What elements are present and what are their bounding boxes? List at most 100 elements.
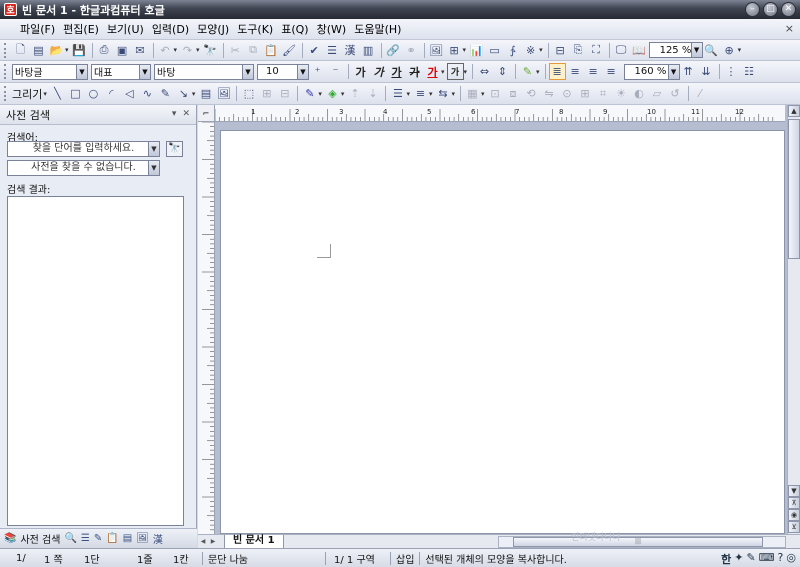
print-preview-icon[interactable]: ▣ (114, 42, 131, 59)
drawing-dropdown-icon[interactable]: ▾ (43, 90, 47, 98)
line-width-icon[interactable]: ≡ (412, 85, 429, 102)
dictionary-icon[interactable]: 📖 (631, 42, 648, 59)
polygon-tool-icon[interactable]: ◁ (121, 85, 138, 102)
tab-search-icon[interactable]: 🔍 (64, 533, 76, 544)
tab-clipboard-icon[interactable]: 📋 (106, 533, 118, 544)
align-left-icon[interactable]: ≡ (567, 63, 584, 80)
font-size-down-icon[interactable]: ⁻ (327, 63, 344, 80)
hyperlink-icon[interactable]: 🔗 (385, 42, 402, 59)
maximize-button[interactable]: □ (763, 2, 778, 17)
toolbar-grip[interactable] (4, 64, 8, 79)
pen-color-dropdown-icon[interactable]: ▾ (536, 68, 540, 76)
edit-points-icon[interactable]: ⊙ (559, 85, 576, 102)
group-icon[interactable]: ⊞ (258, 85, 275, 102)
font-dropdown-icon[interactable]: ▼ (242, 64, 253, 79)
insert-chart-icon[interactable]: 📊 (468, 42, 485, 59)
zoom-dropdown-icon[interactable]: ▼ (690, 43, 702, 57)
line-tool-icon[interactable]: ╲ (49, 85, 66, 102)
style-dropdown-icon[interactable]: ▼ (76, 64, 87, 79)
menu-help[interactable]: 도움말(H) (350, 21, 405, 37)
vertical-scrollbar[interactable]: ▲ ▼ ⊼ ◉ ⊻ (787, 105, 800, 534)
contrast-icon[interactable]: ◐ (631, 85, 648, 102)
vertical-ruler[interactable] (198, 122, 215, 534)
zoom-out-icon[interactable]: 🔍 (703, 42, 720, 59)
horizontal-scrollbar[interactable]: ||| (498, 536, 786, 548)
font-color-dropdown-icon[interactable]: ▾ (441, 68, 445, 76)
font-size-up-icon[interactable]: ⁺ (309, 63, 326, 80)
textbox-tool-icon[interactable]: ▤ (197, 85, 214, 102)
tab-hanja-icon[interactable]: 漢 (153, 531, 163, 546)
connector-dropdown-icon[interactable]: ▾ (192, 90, 196, 98)
line-spacing-combo[interactable]: 160 % ▼ (623, 63, 680, 80)
arc-tool-icon[interactable]: ◜ (103, 85, 120, 102)
align-objects-icon[interactable]: ⊡ (487, 85, 504, 102)
status-insert-mode[interactable]: 삽입 (393, 551, 417, 566)
bullets-icon[interactable]: ☷ (741, 63, 758, 80)
zoom-combo[interactable]: 125 % ▼ (648, 42, 703, 58)
insert-textbox-icon[interactable]: ▭ (486, 42, 503, 59)
italic-button[interactable]: 가 (370, 63, 387, 80)
menu-window[interactable]: 창(W) (313, 21, 351, 37)
search-input[interactable]: 찾을 단어를 입력하세요. ▼ (7, 141, 160, 157)
dictionary-tab-icon[interactable]: 📚 (4, 533, 16, 544)
columns-icon[interactable]: ▥ (360, 42, 377, 59)
fill-color-dropdown-icon[interactable]: ▾ (341, 90, 345, 98)
bring-front-icon[interactable]: ⇡ (346, 85, 363, 102)
document-page[interactable] (220, 130, 785, 534)
copy-icon[interactable]: ⧉ (245, 42, 262, 59)
spell-check-icon[interactable]: ✔ (306, 42, 323, 59)
font-size-dropdown-icon[interactable]: ▼ (297, 64, 308, 79)
symbol-dropdown-icon[interactable]: ▾ (539, 46, 543, 54)
align-center-icon[interactable]: ≡ (585, 63, 602, 80)
shadow-icon[interactable]: ▦ (464, 85, 481, 102)
zoom-in-dropdown-icon[interactable]: ▾ (738, 46, 742, 54)
rectangle-tool-icon[interactable]: □ (67, 85, 84, 102)
insert-table-icon[interactable]: ⊞ (446, 42, 463, 59)
line-color-icon[interactable]: ✎ (301, 85, 318, 102)
cut-icon[interactable]: ✂ (227, 42, 244, 59)
ime-hangul-icon[interactable]: 한 (721, 551, 731, 567)
line-color-dropdown-icon[interactable]: ▾ (318, 90, 322, 98)
horizontal-scroll-thumb[interactable]: ||| (513, 537, 763, 547)
strikethrough-button[interactable]: 가 (406, 63, 423, 80)
flip-icon[interactable]: ⇋ (541, 85, 558, 102)
save-icon[interactable]: 💾 (71, 42, 88, 59)
hanja-icon[interactable]: 漢 (342, 42, 359, 59)
distribute-icon[interactable]: ⧈ (505, 85, 522, 102)
tab-dictionary-search[interactable]: 사전 검색 (20, 531, 60, 546)
search-dropdown-icon[interactable]: ▼ (148, 142, 159, 156)
redo-icon[interactable]: ↷ (179, 42, 196, 59)
paste-icon[interactable]: 📋 (263, 42, 280, 59)
tab-prev-icon[interactable]: ◀ (198, 536, 208, 548)
pen-color-icon[interactable]: ✎ (519, 63, 536, 80)
panel-menu-icon[interactable]: ▾ (172, 109, 177, 119)
toolbar-grip[interactable] (4, 42, 8, 58)
scroll-up-icon[interactable]: ▲ (788, 105, 800, 117)
redo-dropdown-icon[interactable]: ▾ (196, 46, 200, 54)
ime-settings-icon[interactable]: ? (778, 551, 784, 567)
curve-tool-icon[interactable]: ∿ (139, 85, 156, 102)
fill-color-icon[interactable]: ◈ (324, 85, 341, 102)
tab-list-icon[interactable]: ☰ (81, 533, 90, 544)
ime-help-icon[interactable]: ◎ (786, 551, 796, 567)
close-button[interactable]: ✕ (781, 2, 796, 17)
transparent-icon[interactable]: ▱ (649, 85, 666, 102)
align-right-icon[interactable]: ≡ (603, 63, 620, 80)
dictionary-select[interactable]: 사전을 찾을 수 없습니다. ▼ (7, 160, 160, 176)
highlight-dropdown-icon[interactable]: ▾ (464, 68, 468, 76)
dictionary-dropdown-icon[interactable]: ▼ (148, 161, 159, 175)
grid-view-icon[interactable]: ⊟ (552, 42, 569, 59)
zoom-in-icon[interactable]: ⊕ (721, 42, 738, 59)
binoculars-search-icon[interactable]: 🔭 (166, 141, 183, 157)
open-folder-icon[interactable]: 📂 (48, 42, 65, 59)
toolbar-grip[interactable] (4, 86, 8, 101)
menu-format[interactable]: 모양(J) (193, 21, 233, 37)
format-painter-icon[interactable]: 🖌 (281, 42, 298, 59)
mail-icon[interactable]: ✉ (132, 42, 149, 59)
ime-mode-icon[interactable]: ✦ (734, 551, 743, 567)
insert-picture-icon[interactable]: 🖼 (428, 42, 445, 59)
crop-icon[interactable]: ⌗ (595, 85, 612, 102)
reset-picture-icon[interactable]: ↺ (667, 85, 684, 102)
ellipse-tool-icon[interactable]: ○ (85, 85, 102, 102)
document-close-icon[interactable]: × (785, 22, 794, 35)
